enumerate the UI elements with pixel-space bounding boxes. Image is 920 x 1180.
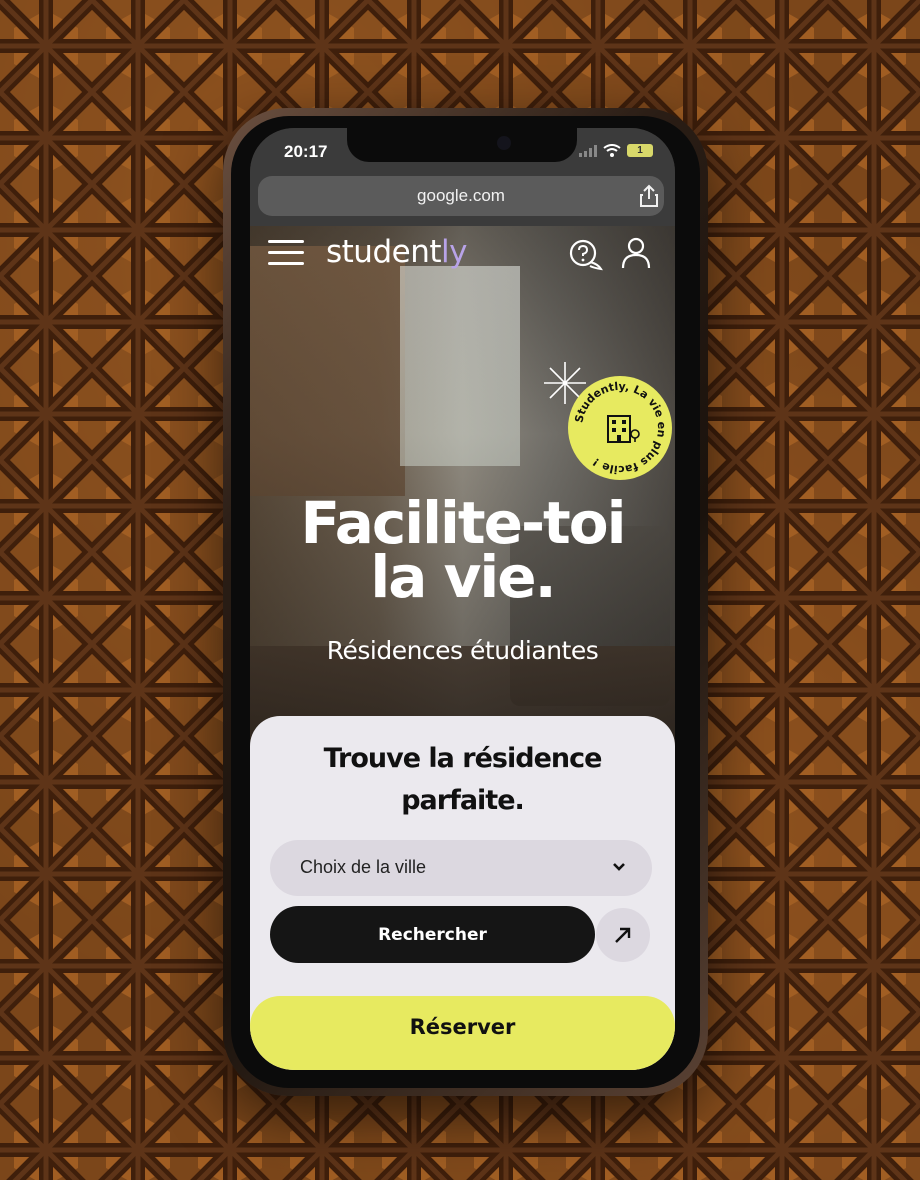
browser-bar: google.com <box>250 172 675 226</box>
hero-subtitle: Résidences étudiantes <box>326 636 599 665</box>
site-header: studently <box>250 226 675 286</box>
battery-icon: 1 <box>627 144 653 157</box>
notch <box>347 128 577 162</box>
search-card-title: Trouve la résidence parfaite. <box>270 738 655 822</box>
menu-icon[interactable] <box>268 240 304 268</box>
reserve-button[interactable]: Réserver <box>250 996 675 1070</box>
studently-logo[interactable]: studently <box>326 234 467 270</box>
help-chat-icon[interactable] <box>568 238 604 272</box>
status-time: 20:17 <box>284 142 328 161</box>
search-button[interactable]: Rechercher <box>270 906 595 963</box>
hero-title: Facilite-toi la vie. <box>250 489 675 611</box>
search-card: Trouve la résidence parfaite. Choix de l… <box>250 716 675 1070</box>
phone-screen: 20:17 1 google.com studently Studently, … <box>250 128 675 1070</box>
search-title-line1: Trouve la résidence <box>323 743 603 774</box>
user-icon[interactable] <box>620 236 652 270</box>
search-title-line2: parfaite. <box>401 785 525 816</box>
wifi-icon <box>603 144 621 157</box>
signal-icon <box>579 144 597 157</box>
hero-image <box>250 226 675 746</box>
window-shape <box>400 266 520 466</box>
arrow-up-right-icon <box>615 927 631 943</box>
status-icons: 1 <box>579 144 653 157</box>
camera <box>497 136 511 150</box>
arrow-button[interactable] <box>596 908 650 962</box>
studently-badge: Studently, La vie en plus facile ! <box>568 376 672 480</box>
hero-title-line1: Facilite-toi <box>300 489 627 557</box>
city-select-label: Choix de la ville <box>300 857 427 877</box>
status-bar: 20:17 1 <box>250 128 675 172</box>
city-select[interactable]: Choix de la ville <box>270 840 652 896</box>
url-field[interactable]: google.com <box>258 176 664 216</box>
share-icon[interactable] <box>639 184 659 208</box>
hero-title-line2: la vie. <box>370 543 556 611</box>
chevron-down-icon <box>613 863 625 871</box>
